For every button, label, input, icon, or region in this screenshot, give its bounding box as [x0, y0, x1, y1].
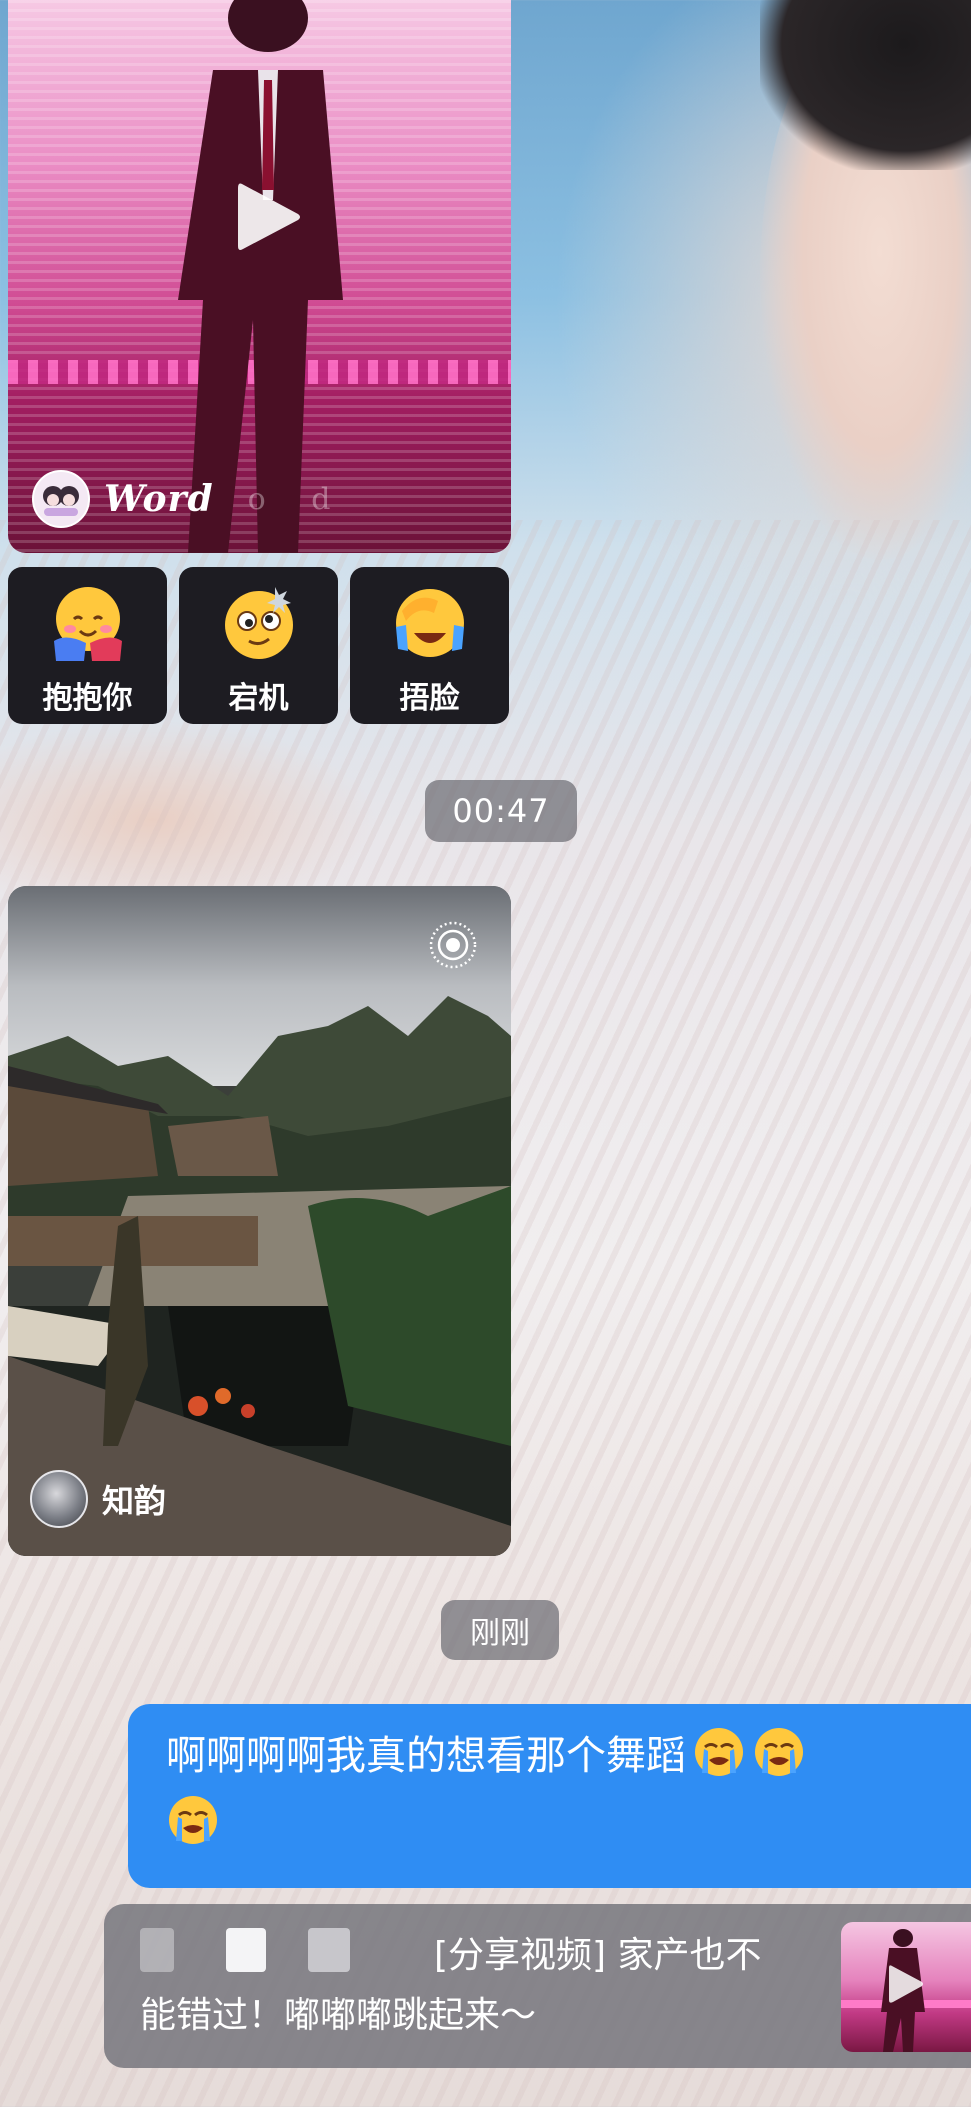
timestamp-pill: 00:47 — [425, 780, 577, 842]
play-icon[interactable] — [234, 178, 304, 256]
sticker-label: 宕机 — [228, 681, 289, 716]
photo-author-avatar[interactable] — [30, 1470, 88, 1528]
share-tag: [分享视频] — [434, 1935, 607, 1976]
dizzy-emoji-icon — [224, 587, 293, 659]
courtyard-photo — [8, 886, 511, 1556]
shared-video-card[interactable]: Word o d — [8, 0, 511, 553]
share-text-line2: 能错过！嘟嘟嘟跳起来～ — [140, 1995, 537, 2036]
shared-video-message[interactable]: [分享视频] 家产也不 能错过！嘟嘟嘟跳起来～ — [104, 1904, 971, 2068]
sticker-dizzy[interactable]: 宕机 — [179, 567, 338, 724]
video-author-avatar[interactable] — [32, 470, 90, 528]
facepalm-emoji-icon — [395, 589, 464, 657]
play-icon[interactable] — [887, 1962, 925, 2006]
avatar-chibi-icon — [43, 486, 79, 516]
loudly-crying-emoji-icon — [169, 1796, 217, 1844]
photo-author[interactable]: 知韵 — [30, 1470, 166, 1528]
share-message-text: [分享视频] 家产也不 能错过！嘟嘟嘟跳起来～ — [140, 1926, 880, 2046]
share-text-line1: 家产也不 — [617, 1935, 762, 1976]
video-author[interactable]: Word o d — [32, 470, 348, 528]
sticker-hug[interactable]: 抱抱你 — [8, 567, 167, 724]
shared-photo-card[interactable]: 知韵 — [8, 886, 511, 1556]
message-text: 啊啊啊啊我真的想看那个舞蹈 — [166, 1733, 686, 1779]
timestamp-pill: 刚刚 — [441, 1600, 559, 1660]
video-author-name: Word — [104, 478, 214, 520]
live-photo-icon[interactable] — [428, 920, 478, 970]
video-watermark-text: o d — [247, 481, 349, 517]
background-portrait-hair — [760, 0, 971, 170]
photo-author-name: 知韵 — [102, 1482, 167, 1520]
sticker-label: 捂脸 — [399, 681, 460, 716]
sticker-facepalm[interactable]: 捂脸 — [350, 567, 509, 724]
outgoing-message-bubble[interactable]: 啊啊啊啊我真的想看那个舞蹈 — [128, 1704, 971, 1888]
share-video-thumbnail[interactable] — [841, 1922, 971, 2052]
sticker-label: 抱抱你 — [42, 681, 133, 716]
sticker-row: 抱抱你 宕机 捂脸 — [8, 567, 509, 724]
hug-emoji-icon — [53, 587, 122, 661]
loudly-crying-emoji-icon — [695, 1728, 743, 1776]
loudly-crying-emoji-icon — [755, 1728, 803, 1776]
